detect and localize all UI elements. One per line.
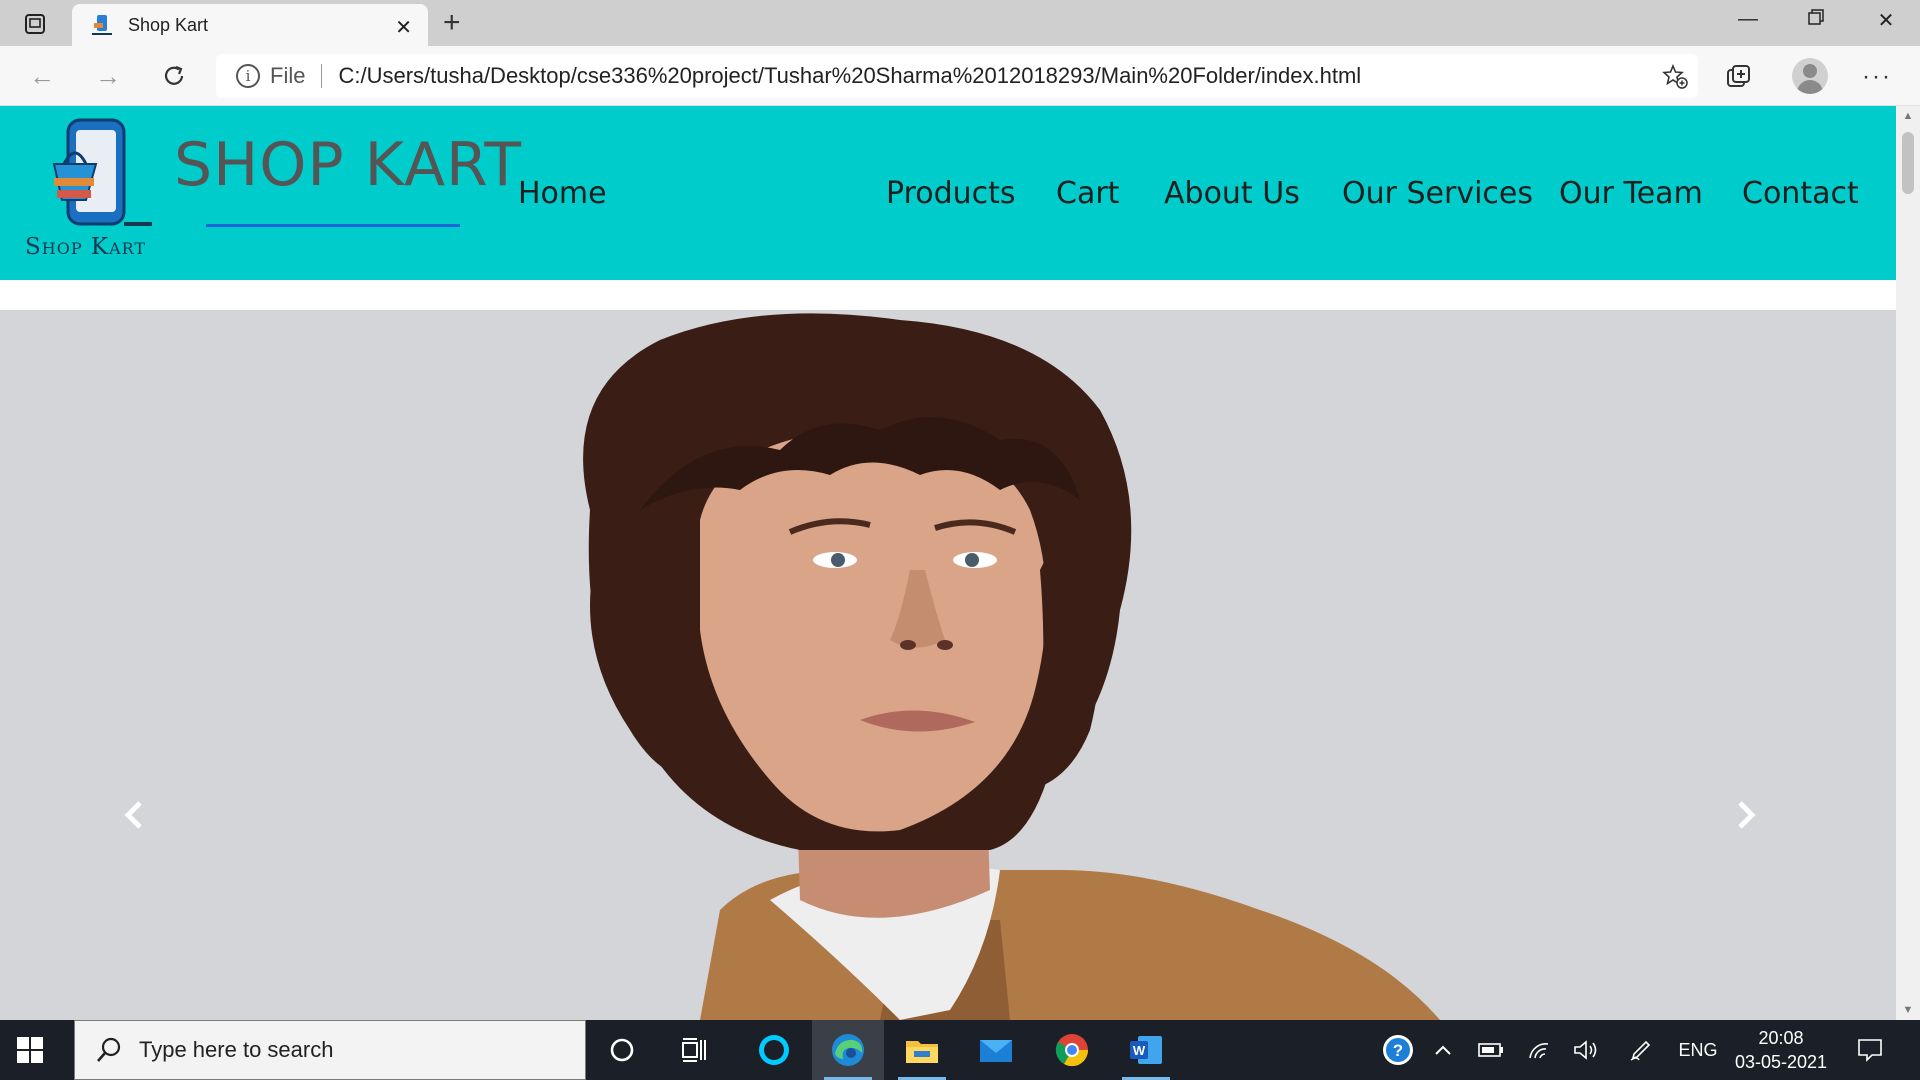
close-window-icon[interactable]: ✕	[1866, 8, 1906, 33]
hero-carousel	[0, 310, 1896, 1020]
brand-title: SHOP KART	[174, 130, 522, 200]
wifi-icon[interactable]	[1522, 1020, 1556, 1080]
tab-close-icon[interactable]: ✕	[395, 15, 412, 40]
restore-icon[interactable]	[1796, 8, 1836, 32]
forward-icon[interactable]: →	[92, 60, 124, 92]
notifications-icon[interactable]	[1850, 1020, 1890, 1080]
page-scrollbar[interactable]: ▲ ▼	[1896, 106, 1920, 1020]
mail-icon[interactable]	[960, 1020, 1032, 1080]
new-tab-icon[interactable]: +	[443, 8, 461, 38]
carousel-next-icon[interactable]	[1734, 800, 1774, 840]
task-view-icon[interactable]	[658, 1020, 730, 1080]
browser-tab-strip: Shop Kart ✕ + — ✕	[0, 0, 1920, 46]
nav-contact[interactable]: Contact	[1742, 176, 1859, 211]
scrollbar-thumb[interactable]	[1902, 132, 1914, 194]
site-header: Shop Kart SHOP KART Home Products Cart A…	[0, 106, 1896, 280]
more-options-icon[interactable]: ···	[1860, 60, 1894, 94]
browser-tab-active[interactable]: Shop Kart ✕	[72, 4, 428, 46]
address-separator	[321, 64, 323, 88]
taskbar-search-box[interactable]: Type here to search	[74, 1020, 586, 1080]
word-icon[interactable]: W	[1110, 1020, 1182, 1080]
alexa-icon[interactable]	[738, 1020, 810, 1080]
chrome-icon[interactable]	[1036, 1020, 1108, 1080]
nav-cart[interactable]: Cart	[1056, 176, 1119, 211]
nav-our-services[interactable]: Our Services	[1342, 176, 1533, 211]
svg-text:?: ?	[1393, 1041, 1403, 1060]
minimize-icon[interactable]: —	[1728, 8, 1768, 31]
svg-text:W: W	[1133, 1043, 1146, 1058]
site-info-icon[interactable]: i	[236, 64, 260, 88]
input-language[interactable]: ENG	[1670, 1020, 1726, 1080]
shopkart-favicon-icon	[92, 15, 112, 35]
nav-about-us[interactable]: About Us	[1164, 176, 1300, 211]
edge-browser-icon[interactable]	[812, 1020, 884, 1080]
file-explorer-icon[interactable]	[886, 1020, 958, 1080]
search-icon	[97, 1037, 121, 1062]
add-favorite-icon[interactable]	[1662, 63, 1688, 89]
scroll-up-icon[interactable]: ▲	[1901, 110, 1915, 122]
clock-time: 20:08	[1758, 1028, 1804, 1048]
windows-start-icon[interactable]	[16, 1036, 44, 1064]
address-scheme: File	[270, 63, 306, 88]
scroll-down-icon[interactable]: ▼	[1901, 1004, 1915, 1016]
tab-title: Shop Kart	[128, 14, 209, 35]
battery-icon[interactable]	[1474, 1020, 1508, 1080]
browser-toolbar: ← → i File C:/Users/tusha/Desktop/cse336…	[0, 46, 1920, 106]
tab-actions-icon[interactable]	[18, 11, 52, 37]
collections-icon[interactable]	[1722, 60, 1756, 94]
help-icon[interactable]: ?	[1378, 1020, 1418, 1080]
system-clock[interactable]: 20:08 03-05-2021	[1728, 1026, 1834, 1074]
pen-workspace-icon[interactable]	[1624, 1020, 1658, 1080]
show-hidden-icons-icon[interactable]	[1426, 1020, 1460, 1080]
clock-date: 03-05-2021	[1734, 1052, 1828, 1072]
address-bar[interactable]: i File C:/Users/tusha/Desktop/cse336%20p…	[216, 54, 1698, 98]
hero-portrait-image	[583, 313, 1440, 1020]
address-url[interactable]: C:/Users/tusha/Desktop/cse336%20project/…	[338, 63, 1361, 89]
volume-icon[interactable]	[1568, 1020, 1602, 1080]
refresh-icon[interactable]	[158, 60, 190, 92]
nav-products[interactable]: Products	[886, 176, 1016, 211]
brand-underline	[206, 224, 460, 227]
carousel-prev-icon[interactable]	[122, 800, 162, 840]
nav-our-team[interactable]: Our Team	[1559, 176, 1703, 211]
search-placeholder: Type here to search	[139, 1037, 334, 1062]
windows-taskbar: Type here to search W ? ENG 20:08 03-05-…	[0, 1020, 1920, 1080]
profile-avatar-icon[interactable]	[1792, 58, 1828, 94]
page-viewport: Shop Kart SHOP KART Home Products Cart A…	[0, 106, 1896, 1020]
nav-home[interactable]: Home	[518, 176, 607, 211]
back-icon[interactable]: ←	[26, 60, 58, 92]
logo-wordmark: Shop Kart	[25, 234, 147, 260]
cortana-circle-icon[interactable]	[586, 1020, 658, 1080]
